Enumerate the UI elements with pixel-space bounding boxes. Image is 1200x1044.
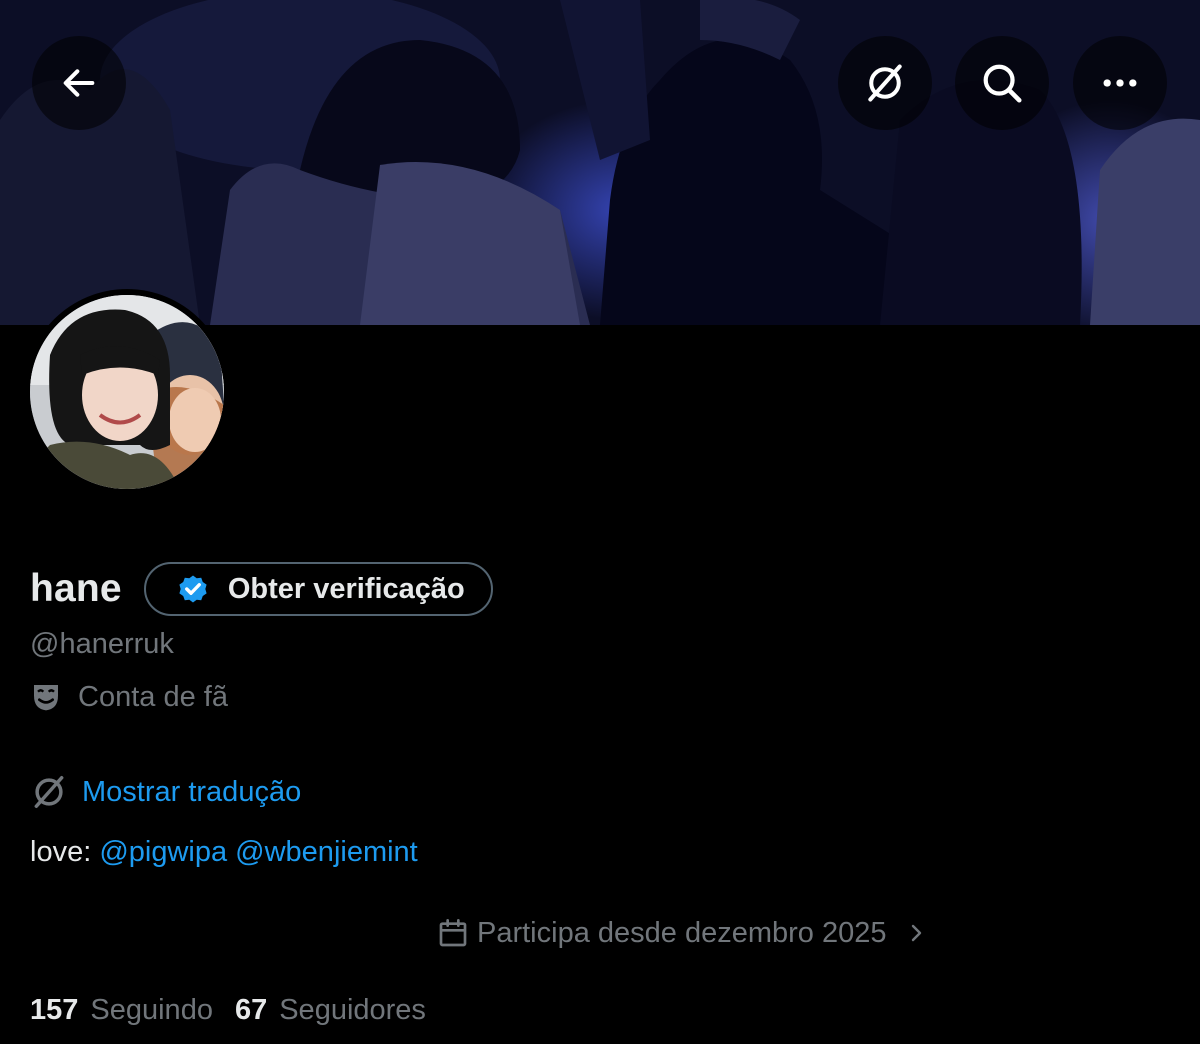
arrow-left-icon xyxy=(63,69,95,97)
redacted-area xyxy=(28,898,448,968)
followers-link[interactable]: 67 Seguidores xyxy=(235,994,426,1027)
mention-link[interactable]: @pigwipa xyxy=(99,836,227,868)
translate-toggle-button[interactable] xyxy=(838,36,932,130)
get-verified-label: Obter verificação xyxy=(227,572,465,605)
no-translation-icon xyxy=(868,64,902,102)
category-label: Conta de fã xyxy=(78,680,228,713)
join-date-label: Participa desde dezembro 2025 xyxy=(477,916,887,949)
calendar-icon xyxy=(437,917,469,949)
profile-banner[interactable] xyxy=(0,0,1200,325)
profile-bio: love: @pigwipa @wbenjiemint xyxy=(30,836,418,869)
search-button[interactable] xyxy=(955,36,1049,130)
show-translation-link[interactable]: Mostrar tradução xyxy=(30,770,301,814)
following-count: 157 xyxy=(30,993,79,1026)
more-button[interactable] xyxy=(1073,36,1167,130)
theater-mask-icon xyxy=(30,681,62,713)
search-icon xyxy=(983,64,1022,103)
follow-stats: 157 Seguindo 67 Seguidores xyxy=(30,990,448,1030)
no-translation-icon xyxy=(30,773,68,811)
back-button[interactable] xyxy=(32,36,126,130)
more-dots-icon xyxy=(1103,79,1137,87)
account-category: Conta de fã xyxy=(30,678,228,716)
bio-text: love: xyxy=(30,836,92,868)
mention-link[interactable]: @wbenjiemint xyxy=(235,836,418,868)
display-name: hane xyxy=(30,567,122,610)
followers-count: 67 xyxy=(234,993,268,1026)
show-translation-label: Mostrar tradução xyxy=(82,775,302,808)
chevron-right-icon xyxy=(904,921,928,945)
followers-label: Seguidores xyxy=(279,993,426,1026)
get-verified-button[interactable]: Obter verificação xyxy=(143,562,493,616)
following-link[interactable]: 157 Seguindo xyxy=(30,994,213,1027)
user-handle: @hanerruk xyxy=(30,628,174,660)
profile-avatar[interactable] xyxy=(24,289,230,495)
verified-badge-icon xyxy=(176,572,210,606)
following-label: Seguindo xyxy=(90,993,213,1026)
name-row: hane Obter verificação xyxy=(30,560,493,618)
avatar-photo xyxy=(30,295,224,489)
join-date-row[interactable]: Participa desde dezembro 2025 xyxy=(437,912,928,954)
